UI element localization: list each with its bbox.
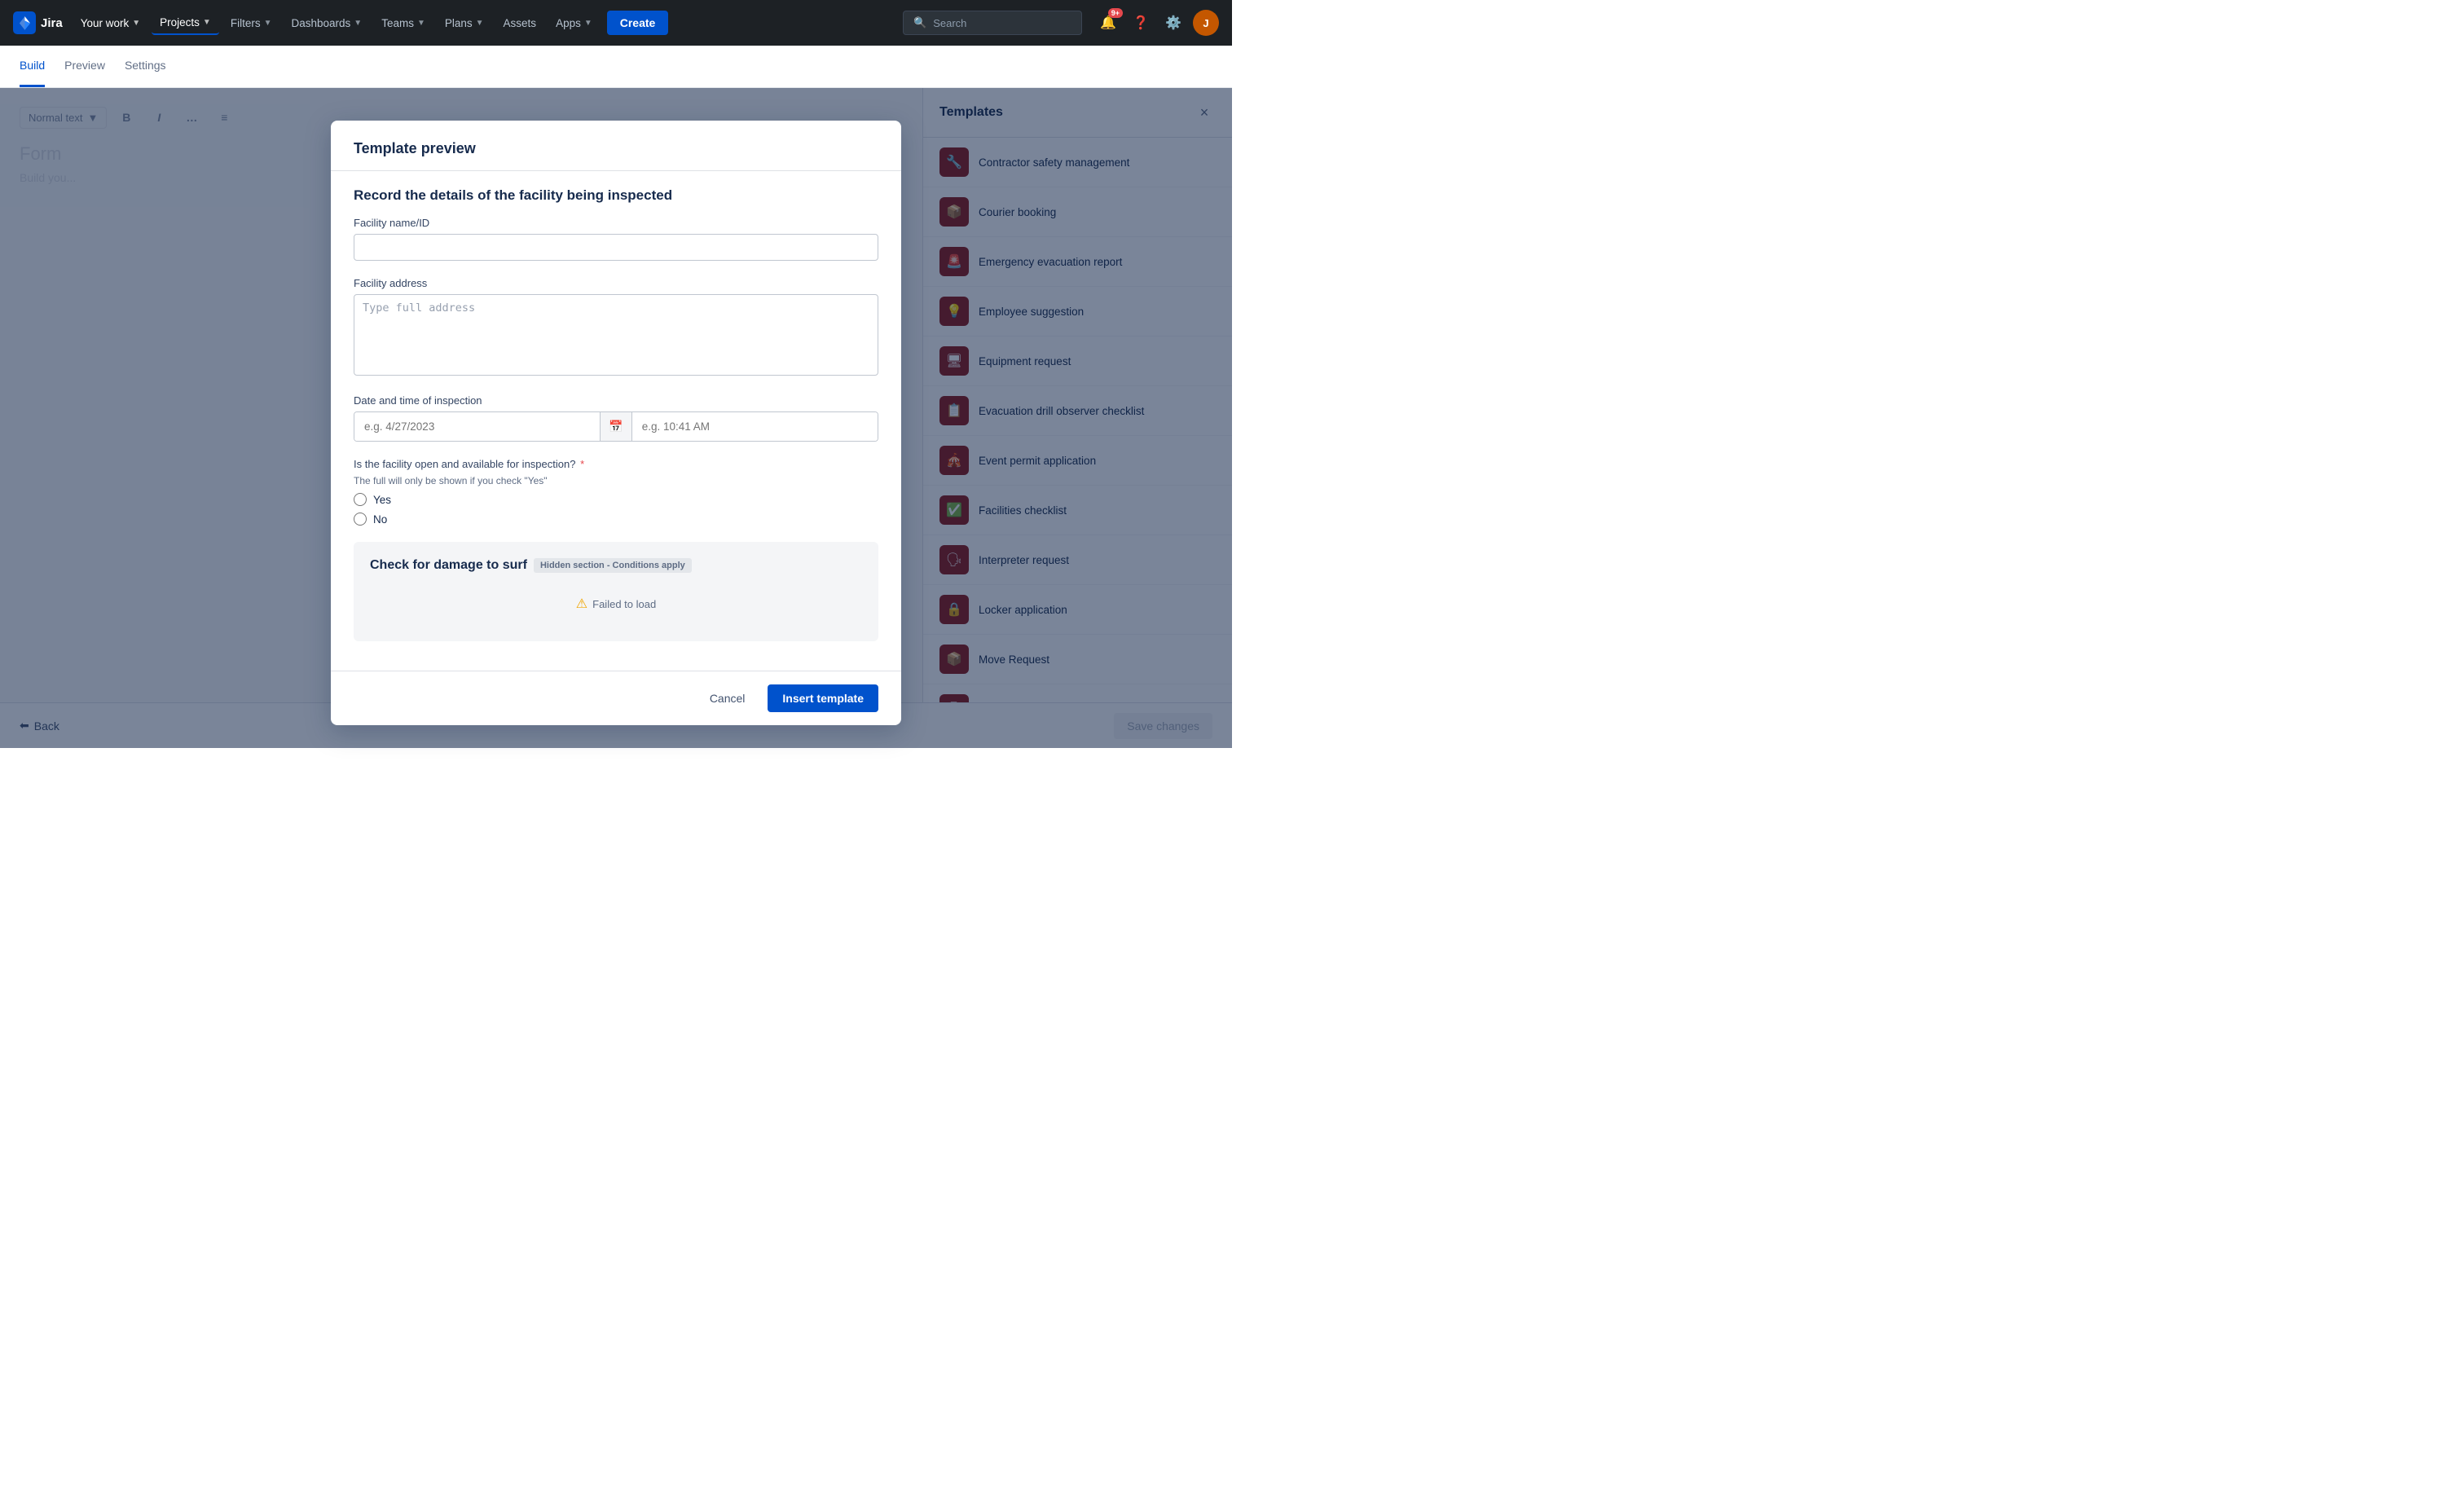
date-time-row: 📅 <box>354 411 878 442</box>
facility-address-field: Facility address <box>354 277 878 378</box>
hidden-badge: Hidden section - Conditions apply <box>534 558 692 573</box>
tab-build[interactable]: Build <box>20 46 45 87</box>
nav-logo-text: Jira <box>41 16 63 30</box>
help-button[interactable]: ❓ <box>1128 10 1154 36</box>
cancel-button[interactable]: Cancel <box>697 685 759 711</box>
main-area: Normal text ▼ B I … ≡ Form Build you... … <box>0 88 1232 748</box>
chevron-down-icon: ▼ <box>354 19 362 28</box>
chevron-down-icon: ▼ <box>476 19 484 28</box>
field-hint: The full will only be shown if you check… <box>354 475 878 486</box>
insert-template-button[interactable]: Insert template <box>768 684 878 712</box>
facility-open-field: Is the facility open and available for i… <box>354 458 878 526</box>
nav-your-work[interactable]: Your work ▼ <box>73 12 148 34</box>
nav-projects[interactable]: Projects ▼ <box>152 11 219 35</box>
failed-to-load: ⚠ Failed to load <box>370 583 862 625</box>
date-time-field: Date and time of inspection 📅 <box>354 394 878 442</box>
date-input[interactable] <box>354 412 600 441</box>
nav-filters[interactable]: Filters ▼ <box>222 12 280 34</box>
top-navigation: Jira Your work ▼ Projects ▼ Filters ▼ Da… <box>0 0 1232 46</box>
hidden-section-title: Check for damage to surf <box>370 558 527 573</box>
facility-name-label: Facility name/ID <box>354 217 878 229</box>
chevron-down-icon: ▼ <box>584 19 592 28</box>
template-preview-modal: Template preview Record the details of t… <box>331 121 901 725</box>
nav-apps[interactable]: Apps ▼ <box>548 12 601 34</box>
facility-address-label: Facility address <box>354 277 878 289</box>
warning-icon: ⚠ <box>576 596 587 612</box>
modal-body: Record the details of the facility being… <box>331 171 901 671</box>
facility-address-textarea[interactable] <box>354 294 878 376</box>
chevron-down-icon: ▼ <box>264 19 272 28</box>
facility-open-label: Is the facility open and available for i… <box>354 458 878 470</box>
chevron-down-icon: ▼ <box>203 18 211 27</box>
search-bar[interactable]: 🔍 Search <box>903 11 1082 35</box>
calendar-icon[interactable]: 📅 <box>600 412 631 441</box>
modal-title: Template preview <box>354 140 476 156</box>
modal-header: Template preview <box>331 121 901 171</box>
create-button[interactable]: Create <box>607 11 669 35</box>
notifications-button[interactable]: 🔔 9+ <box>1095 10 1121 36</box>
modal-footer: Cancel Insert template <box>331 671 901 725</box>
notification-badge: 9+ <box>1108 8 1123 18</box>
settings-button[interactable]: ⚙️ <box>1160 10 1186 36</box>
modal-overlay: Template preview Record the details of t… <box>0 88 1232 748</box>
chevron-down-icon: ▼ <box>132 19 140 28</box>
yes-no-radio-group: Yes No <box>354 493 878 526</box>
chevron-down-icon: ▼ <box>417 19 425 28</box>
tab-settings[interactable]: Settings <box>125 46 166 87</box>
nav-logo[interactable]: Jira <box>13 11 63 34</box>
yes-radio[interactable] <box>354 493 367 506</box>
nav-icons: 🔔 9+ ❓ ⚙️ J <box>1095 10 1219 36</box>
time-input[interactable] <box>632 412 878 441</box>
facility-name-field: Facility name/ID <box>354 217 878 261</box>
date-time-label: Date and time of inspection <box>354 394 878 407</box>
avatar[interactable]: J <box>1193 10 1219 36</box>
search-icon: 🔍 <box>913 16 926 29</box>
hidden-section: Check for damage to surf Hidden section … <box>354 542 878 641</box>
no-radio[interactable] <box>354 513 367 526</box>
nav-teams[interactable]: Teams ▼ <box>373 12 433 34</box>
tab-preview[interactable]: Preview <box>64 46 105 87</box>
yes-option[interactable]: Yes <box>354 493 878 506</box>
nav-assets[interactable]: Assets <box>495 12 545 34</box>
nav-plans[interactable]: Plans ▼ <box>437 12 492 34</box>
facility-name-input[interactable] <box>354 234 878 261</box>
required-marker: * <box>580 458 584 470</box>
no-option[interactable]: No <box>354 513 878 526</box>
nav-dashboards[interactable]: Dashboards ▼ <box>283 12 370 34</box>
sub-navigation: Build Preview Settings <box>0 46 1232 88</box>
hidden-section-header: Check for damage to surf Hidden section … <box>370 558 862 573</box>
modal-section-title: Record the details of the facility being… <box>354 187 878 204</box>
